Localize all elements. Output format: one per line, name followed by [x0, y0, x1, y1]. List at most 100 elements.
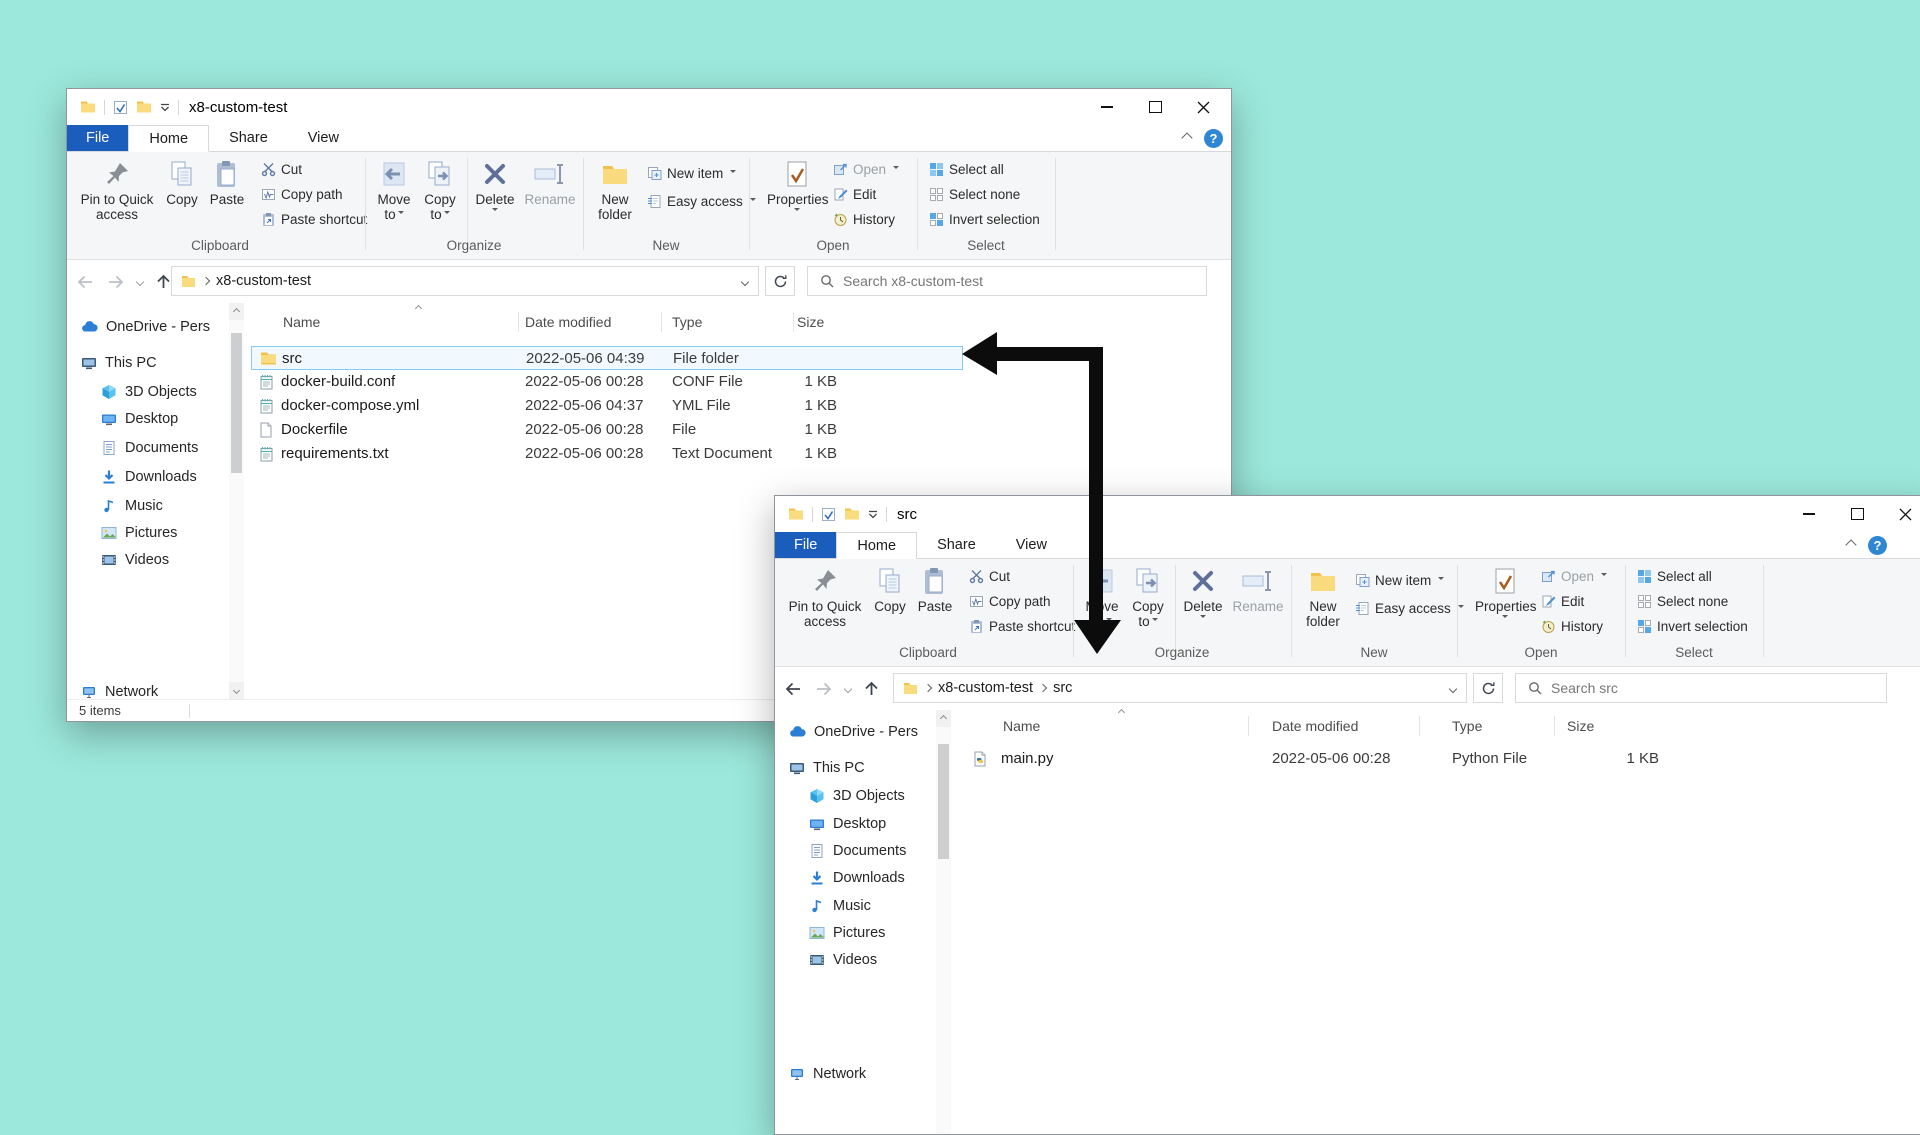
column-header-type[interactable]: Type [1452, 711, 1482, 741]
column-header-name[interactable]: Name [283, 307, 320, 337]
up-button[interactable] [864, 681, 879, 697]
copy-button[interactable]: Copy [161, 155, 203, 235]
sidebar-item-onedrive[interactable]: OneDrive - Pers [67, 316, 229, 338]
address-dropdown-chevron-icon[interactable] [742, 273, 758, 289]
sidebar-item-desktop[interactable]: Desktop [67, 408, 229, 430]
tab-view[interactable]: View [996, 532, 1067, 558]
column-header-size[interactable]: Size [1567, 711, 1594, 741]
scroll-up-icon[interactable] [229, 303, 244, 320]
file-row-docker-build-conf[interactable]: docker-build.conf 2022-05-06 00:28 CONF … [251, 370, 963, 394]
history-button[interactable]: History [833, 208, 895, 230]
delete-button[interactable]: Delete [1179, 562, 1227, 642]
rename-button[interactable]: Rename [521, 155, 579, 235]
copy-to-button[interactable]: Copy to [1125, 562, 1171, 642]
edit-button[interactable]: Edit [1541, 590, 1584, 612]
tab-home[interactable]: Home [128, 125, 209, 152]
properties-check-icon[interactable] [113, 100, 128, 115]
collapse-ribbon-icon[interactable] [1845, 539, 1856, 550]
open-button[interactable]: Open [833, 158, 899, 180]
column-header-date-modified[interactable]: Date modified [525, 307, 611, 337]
paste-button[interactable]: Paste [913, 562, 957, 642]
new-folder-button[interactable]: New folder [587, 155, 643, 235]
new-item-button[interactable]: New item [647, 162, 736, 184]
new-folder-button[interactable]: New folder [1295, 562, 1351, 642]
refresh-button[interactable] [1473, 673, 1503, 703]
invert-selection-button[interactable]: Invert selection [929, 208, 1040, 230]
minimize-button[interactable] [1785, 496, 1833, 532]
breadcrumb-segment[interactable]: src [1053, 680, 1072, 696]
history-button[interactable]: History [1541, 615, 1603, 637]
file-row-src[interactable]: src 2022-05-06 04:39 File folder [251, 346, 963, 370]
paste-button[interactable]: Paste [205, 155, 249, 235]
help-icon[interactable]: ? [1868, 536, 1887, 555]
search-input[interactable]: Search src [1515, 673, 1887, 703]
select-none-button[interactable]: Select none [1637, 590, 1728, 612]
sidebar-item-documents[interactable]: Documents [67, 437, 229, 459]
scrollbar-thumb[interactable] [231, 333, 242, 473]
sidebar-item-pictures[interactable]: Pictures [775, 922, 937, 944]
recent-locations-chevron-icon[interactable] [844, 684, 852, 692]
breadcrumb-segment[interactable]: x8-custom-test [216, 273, 311, 289]
sidebar-scrollbar[interactable] [229, 303, 244, 699]
sidebar-item-pictures[interactable]: Pictures [67, 522, 229, 544]
tab-share[interactable]: Share [209, 125, 288, 151]
properties-button[interactable]: Properties [767, 155, 827, 235]
cut-button[interactable]: Cut [261, 158, 302, 180]
sidebar-item-network[interactable]: Network [67, 681, 229, 699]
folder-icon[interactable] [844, 507, 860, 521]
file-row-main-py[interactable]: main.py 2022-05-06 00:28 Python File 1 K… [959, 747, 1719, 771]
sidebar-item-3d-objects[interactable]: 3D Objects [67, 381, 229, 403]
open-button[interactable]: Open [1541, 565, 1607, 587]
help-icon[interactable]: ? [1204, 129, 1223, 148]
rename-button[interactable]: Rename [1229, 562, 1287, 642]
forward-button[interactable] [107, 274, 124, 290]
delete-button[interactable]: Delete [471, 155, 519, 235]
properties-button[interactable]: Properties [1475, 562, 1535, 642]
sidebar-item-documents[interactable]: Documents [775, 840, 937, 862]
forward-button[interactable] [815, 681, 832, 697]
customize-toolbar-chevron-icon[interactable] [868, 510, 878, 519]
sidebar-item-onedrive[interactable]: OneDrive - Pers [775, 721, 937, 743]
edit-button[interactable]: Edit [833, 183, 876, 205]
recent-locations-chevron-icon[interactable] [136, 277, 144, 285]
search-input[interactable]: Search x8-custom-test [807, 266, 1207, 296]
sidebar-item-downloads[interactable]: Downloads [67, 466, 229, 488]
pin-to-quick-access-button[interactable]: Pin to Quick access [783, 562, 867, 642]
column-header-size[interactable]: Size [797, 307, 824, 337]
back-button[interactable] [785, 681, 802, 697]
sidebar-item-music[interactable]: Music [775, 895, 937, 917]
paste-shortcut-button[interactable]: Paste shortcut [969, 615, 1075, 637]
copy-path-button[interactable]: Copy path [969, 590, 1051, 612]
copy-button[interactable]: Copy [869, 562, 911, 642]
move-to-button[interactable]: Move to [371, 155, 417, 235]
column-header-type[interactable]: Type [672, 307, 702, 337]
folder-icon[interactable] [136, 100, 152, 114]
column-header-name[interactable]: Name [1003, 711, 1040, 741]
maximize-button[interactable] [1131, 89, 1179, 125]
pin-to-quick-access-button[interactable]: Pin to Quick access [75, 155, 159, 235]
sidebar-item-music[interactable]: Music [67, 495, 229, 517]
easy-access-button[interactable]: Easy access [647, 190, 756, 212]
properties-check-icon[interactable] [821, 507, 836, 522]
copy-to-button[interactable]: Copy to [417, 155, 463, 235]
paste-shortcut-button[interactable]: Paste shortcut [261, 208, 367, 230]
sidebar-item-videos[interactable]: Videos [67, 549, 229, 571]
close-button[interactable] [1881, 496, 1920, 532]
select-all-button[interactable]: Select all [929, 158, 1004, 180]
scroll-down-icon[interactable] [229, 682, 244, 699]
back-button[interactable] [77, 274, 94, 290]
sidebar-scrollbar[interactable] [936, 710, 951, 1134]
address-bar[interactable]: x8-custom-test [171, 266, 759, 296]
copy-path-button[interactable]: Copy path [261, 183, 343, 205]
sidebar-item-3d-objects[interactable]: 3D Objects [775, 785, 937, 807]
easy-access-button[interactable]: Easy access [1355, 597, 1464, 619]
up-button[interactable] [156, 274, 171, 290]
minimize-button[interactable] [1083, 89, 1131, 125]
customize-toolbar-chevron-icon[interactable] [160, 103, 170, 112]
file-row-docker-compose-yml[interactable]: docker-compose.yml 2022-05-06 04:37 YML … [251, 394, 963, 418]
tab-home[interactable]: Home [836, 532, 917, 559]
sidebar-item-videos[interactable]: Videos [775, 949, 937, 971]
tab-file[interactable]: File [775, 532, 836, 558]
maximize-button[interactable] [1833, 496, 1881, 532]
tab-share[interactable]: Share [917, 532, 996, 558]
